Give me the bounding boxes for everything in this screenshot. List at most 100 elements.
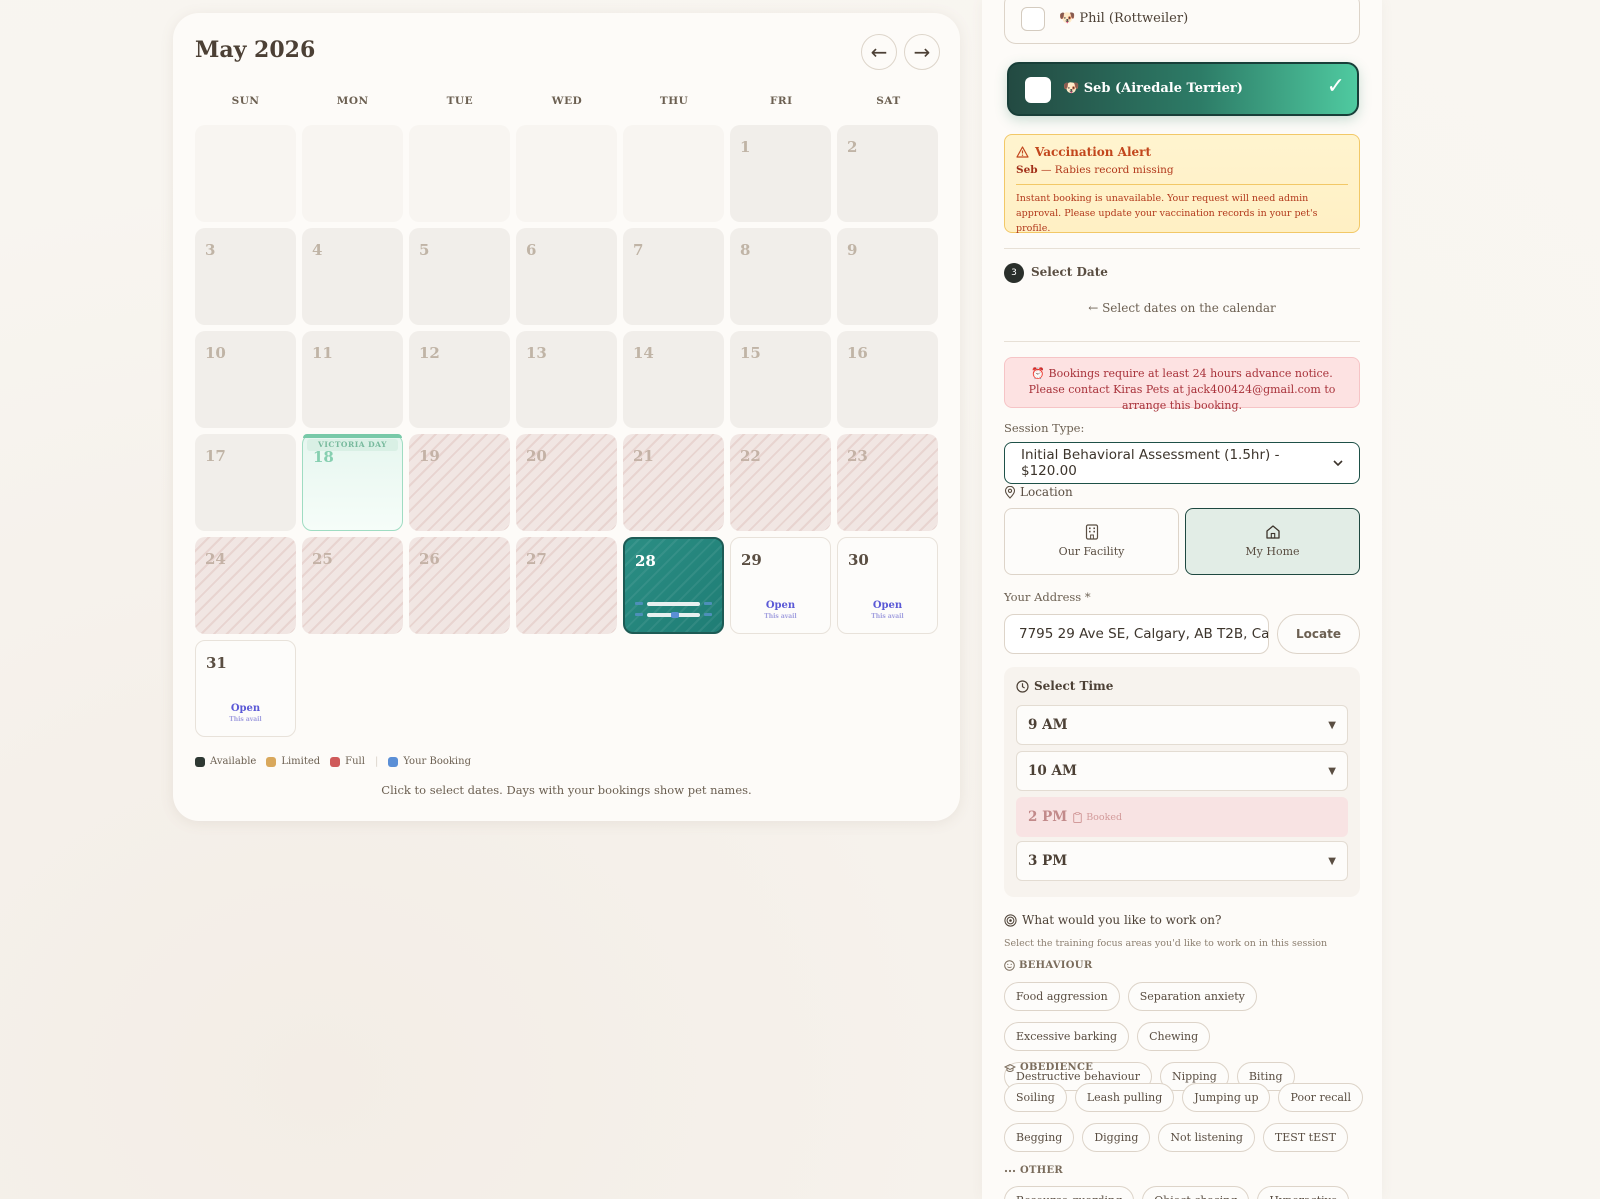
legend-item: Your Booking	[388, 756, 471, 767]
pet-option-phil[interactable]: 🐶 Phil (Rottweiler)	[1004, 0, 1360, 44]
weekday-label: SUN	[231, 95, 260, 107]
day-number: 29	[741, 551, 762, 569]
graduation-cap-icon	[1004, 1063, 1016, 1073]
calendar-day-12: 12	[409, 331, 510, 428]
map-pin-icon	[1004, 485, 1016, 499]
caret-down-icon: ▼	[1328, 855, 1336, 867]
calendar-day-blank	[516, 125, 617, 222]
focus-chip[interactable]: Not listening	[1158, 1123, 1255, 1152]
calendar-day-30[interactable]: 30 Open This avail	[837, 537, 938, 634]
legend-label: Available	[210, 756, 257, 767]
focus-chip[interactable]: Soiling	[1004, 1083, 1067, 1112]
time-slot-label: 9 AM	[1028, 717, 1068, 733]
day-number: 24	[205, 550, 226, 568]
focus-chip[interactable]: Poor recall	[1278, 1083, 1363, 1112]
day-number: 22	[740, 447, 761, 465]
weekday-label: MON	[336, 95, 369, 107]
day-number: 1	[740, 138, 751, 156]
focus-chip[interactable]: Excessive barking	[1004, 1022, 1130, 1051]
open-sublabel: This avail	[229, 716, 262, 723]
focus-chip[interactable]: Jumping up	[1182, 1083, 1271, 1112]
day-number: 16	[847, 344, 868, 362]
pet-checkbox[interactable]	[1021, 7, 1045, 31]
calendar-day-28[interactable]: 28	[623, 537, 724, 634]
address-input[interactable]: 7795 29 Ave SE, Calgary, AB T2B, Can	[1004, 614, 1269, 654]
location-label: Location	[1004, 485, 1073, 499]
category-title: OTHER	[1020, 1165, 1064, 1176]
booked-label: Booked	[1086, 811, 1123, 823]
bar-marker	[704, 613, 712, 616]
focus-chip[interactable]: Begging	[1004, 1123, 1075, 1152]
focus-chip[interactable]: Food aggression	[1004, 982, 1120, 1011]
day-number: 13	[526, 344, 547, 362]
day-number: 25	[312, 550, 333, 568]
home-icon	[1186, 524, 1359, 540]
calendar-day-blank	[409, 125, 510, 222]
day-number: 12	[419, 344, 440, 362]
step-number-badge: 3	[1004, 263, 1024, 283]
focus-chip[interactable]: Resource guarding	[1004, 1186, 1135, 1199]
building-icon	[1005, 524, 1178, 540]
availability-bar	[635, 601, 712, 606]
day-number: 19	[419, 447, 440, 465]
calendar-day-17: 17	[195, 434, 296, 531]
location-option-label: My Home	[1245, 545, 1300, 558]
focus-chip[interactable]: Separation anxiety	[1127, 982, 1257, 1011]
clock-icon	[1016, 679, 1029, 693]
focus-chip[interactable]: Chewing	[1137, 1022, 1211, 1051]
pet-name: 🐶 Seb (Airedale Terrier)	[1063, 81, 1243, 96]
warning-icon	[1016, 146, 1029, 158]
holiday-bar	[303, 433, 402, 438]
focus-question-text: What would you like to work on?	[1022, 913, 1222, 927]
legend-label: Limited	[281, 756, 321, 767]
time-slot-10am[interactable]: 10 AM ▼	[1016, 751, 1348, 791]
open-sublabel: This avail	[871, 613, 904, 620]
bar-marker	[635, 602, 643, 605]
legend-item: Available	[195, 756, 256, 767]
location-option-facility[interactable]: Our Facility	[1004, 508, 1179, 575]
calendar-day-7: 7	[623, 228, 724, 325]
focus-chip[interactable]: Object chasing	[1142, 1186, 1250, 1199]
calendar-day-29[interactable]: 29 Open This avail	[730, 537, 831, 634]
open-label: Open	[230, 703, 261, 714]
day-number: 15	[740, 344, 761, 362]
next-month-button[interactable]: →	[904, 34, 940, 70]
focus-chip[interactable]: Hyperactive	[1257, 1186, 1350, 1199]
focus-category-obedience: OBEDIENCE	[1004, 1062, 1093, 1073]
focus-chip[interactable]: TEST tEST	[1262, 1123, 1348, 1152]
bar-track	[647, 611, 700, 618]
alert-message: Instant booking is unavailable. Your req…	[1016, 193, 1318, 234]
time-slot-9am[interactable]: 9 AM ▼	[1016, 705, 1348, 745]
focus-chip[interactable]: Leash pulling	[1074, 1083, 1175, 1112]
day-number: 9	[847, 241, 858, 259]
calendar-day-24: 24	[195, 537, 296, 634]
day-number: 23	[847, 447, 868, 465]
calendar-day-18[interactable]: VICTORIA DAY 18	[302, 433, 403, 531]
calendar-legend: Available Limited Full | Your Booking	[195, 756, 471, 767]
calendar-day-27: 27	[516, 537, 617, 634]
session-type-select[interactable]: Initial Behavioral Assessment (1.5hr) - …	[1004, 442, 1360, 484]
alert-issue: — Rabies record missing	[1037, 164, 1174, 176]
focus-chip[interactable]: Digging	[1082, 1123, 1151, 1152]
day-number: 11	[312, 344, 333, 362]
calendar-day-14: 14	[623, 331, 724, 428]
pet-option-seb[interactable]: 🐶 Seb (Airedale Terrier) ✓	[1007, 62, 1359, 116]
focus-chip-list: Resource guarding Object chasing Hyperacti…	[1004, 1186, 1364, 1199]
more-dots-icon	[1004, 1169, 1016, 1173]
calendar-day-2: 2	[837, 125, 938, 222]
time-slot-3pm[interactable]: 3 PM ▼	[1016, 841, 1348, 881]
calendar-hint: Click to select dates. Days with your bo…	[381, 783, 752, 797]
day-number: 21	[633, 447, 654, 465]
time-selection: Select Time 9 AM ▼ 10 AM ▼ 2 PM Booked 3 PM ▼	[1004, 667, 1360, 897]
locate-button[interactable]: Locate	[1277, 614, 1360, 654]
prev-month-button[interactable]: ←	[861, 34, 897, 70]
calendar-day-31[interactable]: 31 Open This avail	[195, 640, 296, 737]
availability-bar	[635, 611, 712, 618]
pet-checkbox[interactable]	[1025, 77, 1051, 103]
calendar-day-22: 22	[730, 434, 831, 531]
location-option-home[interactable]: My Home	[1185, 508, 1360, 575]
calendar-day-11: 11	[302, 331, 403, 428]
pet-name: 🐶 Phil (Rottweiler)	[1059, 11, 1189, 26]
calendar-card: May 2026 ← → SUN MON TUE WED THU FRI SAT 12345…	[173, 13, 960, 821]
weekday-label: SAT	[876, 95, 901, 107]
